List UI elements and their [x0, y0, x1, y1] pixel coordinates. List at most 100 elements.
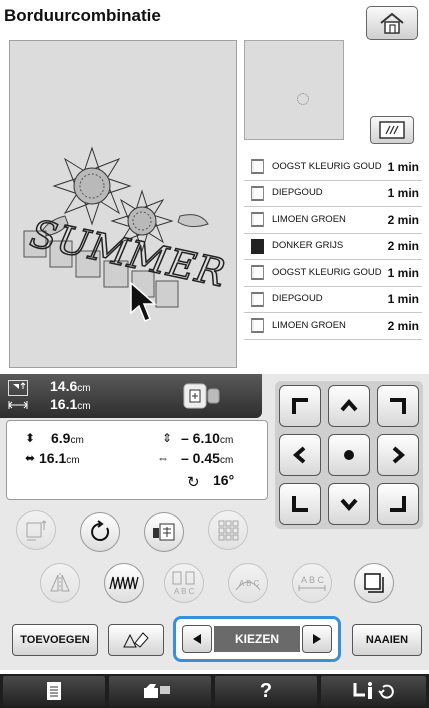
- move-up-left-button[interactable]: [279, 385, 321, 427]
- size-icon: [8, 380, 28, 396]
- thread-time: 2 min: [387, 239, 419, 254]
- thread-name: LIMOEN GROEN: [272, 213, 346, 225]
- embroidery-preview[interactable]: SUMMER: [9, 40, 237, 368]
- arc-text-icon: A B C: [235, 579, 261, 591]
- presser-foot-lock-icon: [353, 682, 394, 699]
- move-up-right-button[interactable]: [377, 385, 419, 427]
- repeat-button[interactable]: [208, 510, 248, 550]
- grid-icon: [218, 520, 239, 541]
- thread-time: 1 min: [387, 159, 419, 174]
- thread-row[interactable]: LIMOEN GROEN 2 min: [244, 313, 422, 340]
- center-dot-icon: [344, 450, 354, 460]
- presser-foot-button[interactable]: [321, 676, 426, 706]
- frame-display-button[interactable]: [370, 116, 414, 144]
- move-down-left-button[interactable]: [279, 483, 321, 525]
- size-bar: [0, 374, 262, 418]
- thread-row[interactable]: DIEPGOUD 1 min: [244, 181, 422, 207]
- select-label: KIEZEN: [214, 626, 300, 652]
- thread-time: 2 min: [387, 318, 419, 333]
- select-next-button[interactable]: [302, 625, 332, 653]
- move-down-button[interactable]: [328, 483, 370, 525]
- move-left-button[interactable]: [279, 434, 321, 476]
- thread-row[interactable]: OOGST KLEURIG GOUD 1 min: [244, 154, 422, 181]
- width-icon: [8, 401, 28, 409]
- resize-icon: [26, 520, 47, 541]
- svg-text:A B C: A B C: [174, 587, 195, 596]
- size-width-value: 16.1cm: [50, 396, 91, 412]
- arc-text-button[interactable]: A B C: [228, 563, 268, 603]
- select-previous-button[interactable]: [182, 625, 212, 653]
- frame-select-icon: [183, 383, 220, 409]
- bottom-toolbar: ?: [0, 674, 429, 708]
- delete-button[interactable]: [108, 624, 164, 656]
- thread-name: OOGST KLEURIG GOUD: [272, 160, 382, 172]
- corner-down-right-icon: [390, 496, 406, 512]
- thread-time: 1 min: [387, 292, 419, 307]
- rotate-icon: [91, 520, 110, 541]
- document-icon: [47, 682, 61, 700]
- camera-icon: [144, 684, 170, 698]
- corner-down-left-icon: [292, 496, 308, 512]
- triangle-left-icon: [193, 634, 201, 644]
- thread-row[interactable]: OOGST KLEURIG GOUD 1 min: [244, 260, 422, 287]
- thread-spool-icon: [251, 265, 264, 281]
- thread-spool-icon: [251, 238, 264, 254]
- density-button[interactable]: [104, 563, 144, 603]
- zigzag-icon: [109, 576, 139, 590]
- thread-row[interactable]: DIEPGOUD 1 min: [244, 287, 422, 313]
- resize-button[interactable]: [16, 510, 56, 550]
- thread-spool-icon: [251, 318, 264, 334]
- border-button[interactable]: [354, 563, 394, 603]
- thread-row[interactable]: DONKER GRIJS 2 min: [244, 234, 422, 260]
- chevron-down-icon: [340, 498, 358, 512]
- color-sort-button[interactable]: A B C: [164, 563, 204, 603]
- thread-time: 1 min: [387, 186, 419, 201]
- move-arrow-pad: [275, 381, 423, 529]
- chevron-left-icon: [292, 446, 306, 464]
- thread-time: 2 min: [387, 212, 419, 227]
- add-button[interactable]: TOEVOEGEN: [12, 624, 98, 656]
- sunflower-design: SUMMER: [23, 146, 230, 308]
- thread-spool-icon: [251, 185, 264, 201]
- horizontal-offset-icon: ⇔: [157, 451, 169, 465]
- vertical-offset: – 6.10cm: [181, 430, 234, 446]
- svg-text:A B C: A B C: [239, 579, 260, 588]
- thread-spool-icon: [251, 212, 264, 228]
- move-up-button[interactable]: [328, 385, 370, 427]
- spacing-button[interactable]: A B C: [292, 563, 332, 603]
- height-icon: ⬍: [25, 431, 36, 445]
- horizontal-offset: – 0.45cm: [181, 450, 234, 466]
- corner-up-right-icon: [390, 398, 406, 414]
- thread-spool-icon: [251, 291, 264, 307]
- design-width: 16.1cm: [39, 450, 80, 466]
- triangle-right-icon: [313, 634, 321, 644]
- thread-name: DONKER GRIJS: [272, 240, 344, 252]
- svg-text:A B C: A B C: [301, 575, 325, 585]
- camera-button[interactable]: [109, 676, 211, 706]
- thread-row[interactable]: LIMOEN GROEN 2 min: [244, 207, 422, 234]
- rotate-button[interactable]: [80, 512, 120, 552]
- home-button[interactable]: [366, 6, 418, 40]
- thread-spool-icon: [251, 159, 264, 175]
- center-button[interactable]: [328, 434, 370, 476]
- frame-toggle-button[interactable]: [182, 381, 222, 411]
- vertical-offset-icon: ⇕: [162, 431, 173, 445]
- design-thumbnail: [244, 40, 344, 140]
- corner-up-left-icon: [292, 398, 308, 414]
- home-icon: [380, 12, 404, 34]
- help-button[interactable]: ?: [215, 676, 317, 706]
- move-down-right-button[interactable]: [377, 483, 419, 525]
- letter-spacing-icon: A B C: [298, 575, 326, 591]
- position-info-box: ⬍ 6.9cm ⬌ 16.1cm ⇕ – 6.10cm ⇔ – 0.45cm ↻…: [6, 420, 268, 500]
- select-control: KIEZEN: [173, 616, 341, 662]
- mirror-button[interactable]: [40, 563, 80, 603]
- sew-button[interactable]: NAAIEN: [352, 624, 422, 656]
- page-settings-button[interactable]: [3, 676, 105, 706]
- move-right-button[interactable]: [377, 434, 419, 476]
- embroidery-frame-icon: [379, 121, 405, 139]
- array-button[interactable]: [144, 512, 184, 552]
- thread-name: LIMOEN GROEN: [272, 319, 346, 331]
- size-height-value: 14.6cm: [50, 378, 91, 394]
- eraser-icon: [123, 632, 149, 648]
- thread-color-list[interactable]: OOGST KLEURIG GOUD 1 min DIEPGOUD 1 min …: [244, 154, 422, 340]
